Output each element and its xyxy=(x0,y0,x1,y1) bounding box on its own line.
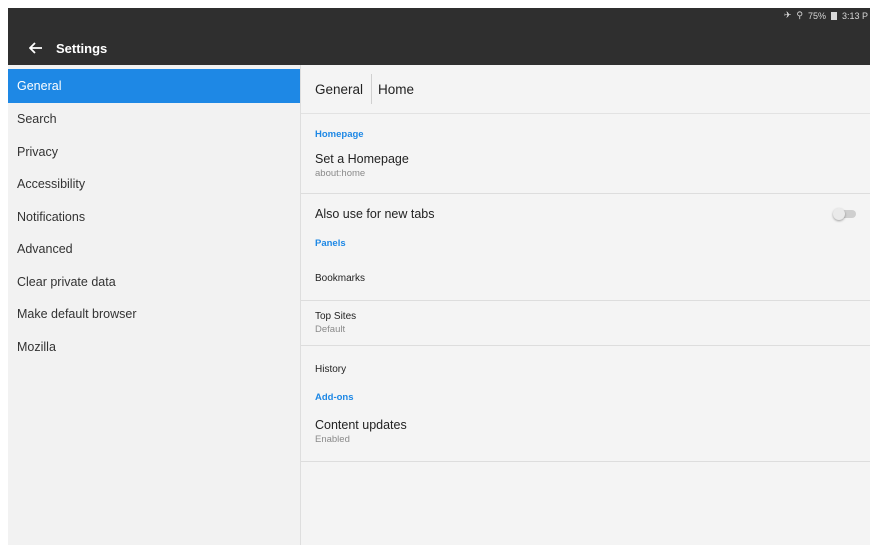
pref-set-homepage[interactable]: Set a Homepage about:home xyxy=(301,143,870,194)
frame-edge xyxy=(0,0,8,545)
pref-bookmarks[interactable]: Bookmarks xyxy=(301,256,870,301)
status-bar: ✈ ⚲ 75% 3:13 P xyxy=(784,10,868,21)
clock: 3:13 P xyxy=(841,10,868,21)
section-header-addons: Add-ons xyxy=(315,392,354,403)
page-title: Settings xyxy=(56,40,108,56)
section-header-panels: Panels xyxy=(315,238,346,249)
pref-title: Set a Homepage xyxy=(315,152,409,166)
pref-title: Also use for new tabs xyxy=(315,207,435,221)
breadcrumb: General Home xyxy=(301,65,870,114)
sidebar-item-advanced[interactable]: Advanced xyxy=(8,233,300,266)
sidebar-item-make-default-browser[interactable]: Make default browser xyxy=(8,298,300,331)
pref-title: Content updates xyxy=(315,418,407,432)
settings-content: General Home Homepage Set a Homepage abo… xyxy=(301,65,870,545)
sidebar-item-search[interactable]: Search xyxy=(8,103,300,136)
battery-percent: 75% xyxy=(807,10,826,21)
new-tabs-toggle[interactable] xyxy=(833,208,856,220)
sidebar-item-privacy[interactable]: Privacy xyxy=(8,136,300,169)
toggle-knob xyxy=(833,208,845,220)
sidebar-item-clear-private-data[interactable]: Clear private data xyxy=(8,266,300,299)
pref-title: Bookmarks xyxy=(315,272,366,284)
airplane-icon: ✈ xyxy=(783,10,792,20)
breadcrumb-home[interactable]: Home xyxy=(372,74,422,104)
pref-summary: Default xyxy=(315,324,346,335)
pref-summary: about:home xyxy=(315,168,366,179)
pref-history[interactable]: History xyxy=(301,346,870,392)
pref-new-tabs[interactable]: Also use for new tabs xyxy=(301,194,870,234)
sidebar-item-notifications[interactable]: Notifications xyxy=(8,201,300,234)
pref-summary: Enabled xyxy=(315,434,350,445)
sidebar-item-general[interactable]: General xyxy=(8,69,300,103)
pref-content-updates[interactable]: Content updates Enabled xyxy=(301,412,870,462)
sidebar-item-mozilla[interactable]: Mozilla xyxy=(8,331,300,364)
sidebar-item-accessibility[interactable]: Accessibility xyxy=(8,168,300,201)
section-header-homepage: Homepage xyxy=(315,129,364,140)
arrow-left-icon[interactable] xyxy=(22,36,50,60)
pref-top-sites[interactable]: Top Sites Default xyxy=(301,301,870,346)
pref-title: Top Sites xyxy=(315,311,357,322)
breadcrumb-general[interactable]: General xyxy=(301,74,371,104)
sidebar: General Search Privacy Accessibility Not… xyxy=(8,65,301,545)
wifi-icon: ⚲ xyxy=(796,10,803,20)
battery-icon xyxy=(830,11,837,20)
app-toolbar: ✈ ⚲ 75% 3:13 P Settings xyxy=(8,8,870,65)
pref-title: History xyxy=(315,363,347,375)
